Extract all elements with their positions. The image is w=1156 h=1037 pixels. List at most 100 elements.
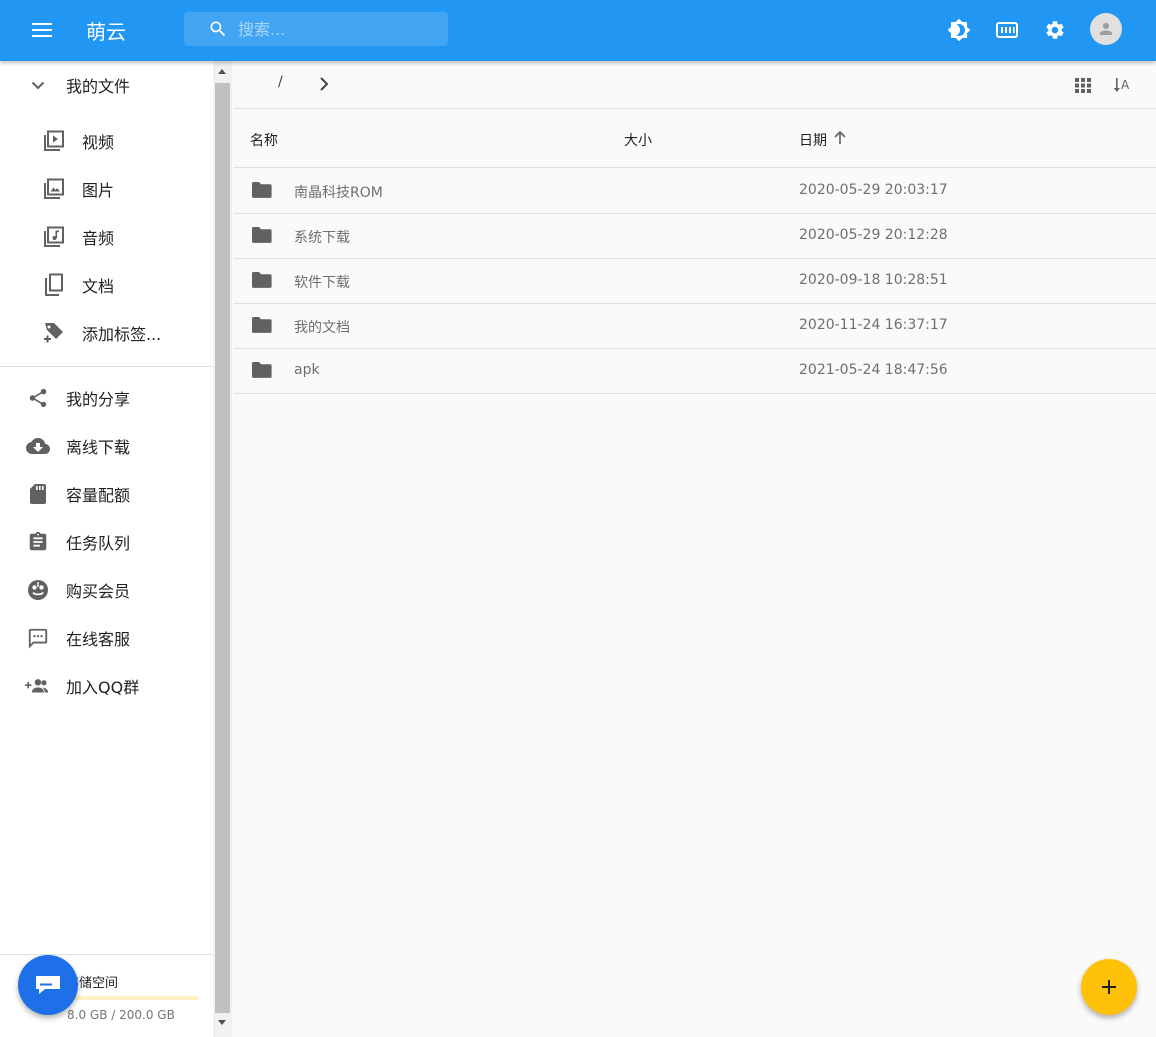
column-header-name[interactable]: 名称 (250, 130, 278, 150)
file-date: 2020-05-29 20:12:28 (799, 227, 948, 243)
sidebar-subitem-image[interactable]: 图片 (0, 165, 213, 213)
sidebar-subitem-document[interactable]: 文档 (0, 261, 213, 309)
file-explorer: / A 名称 大小 日期 南晶科技ROM 2020-05-29 20:03:17… (234, 61, 1156, 1037)
folder-icon (251, 271, 273, 293)
sidebar-item-label: 视频 (82, 133, 115, 152)
cloud-download-icon (26, 434, 50, 458)
grid-view-button[interactable] (1070, 72, 1096, 98)
sidebar-item-join-qq[interactable]: 加入QQ群 (0, 662, 213, 710)
file-name: 南晶科技ROM (294, 185, 383, 201)
menu-icon (32, 23, 52, 37)
scrollbar-thumb[interactable] (215, 83, 230, 1013)
sidebar-item-label: 图片 (82, 181, 115, 200)
vip-icon (26, 578, 50, 602)
sidebar-item-label: 购买会员 (66, 582, 131, 601)
table-row[interactable]: 我的文档 2020-11-24 16:37:17 (234, 304, 1156, 349)
memory-card-icon (996, 22, 1018, 38)
settings-button[interactable] (1038, 13, 1072, 47)
user-icon (1100, 23, 1112, 35)
file-date: 2020-09-18 10:28:51 (799, 272, 948, 288)
menu-button[interactable] (24, 12, 60, 48)
breadcrumb-expand-button[interactable] (316, 73, 332, 99)
column-header-date[interactable]: 日期 (799, 130, 827, 150)
sort-ascending-arrow-icon[interactable] (833, 130, 847, 150)
file-date: 2020-05-29 20:03:17 (799, 182, 948, 198)
scroll-down-arrow-icon[interactable] (218, 1020, 226, 1025)
grid-icon (1075, 78, 1091, 93)
file-name: 软件下载 (294, 275, 350, 291)
chat-fab-button[interactable] (18, 955, 78, 1015)
plus-icon (1102, 980, 1116, 994)
share-icon (26, 386, 50, 410)
column-header-size[interactable]: 大小 (624, 130, 652, 150)
sd-card-icon (26, 482, 50, 506)
table-row[interactable]: 系统下载 2020-05-29 20:12:28 (234, 214, 1156, 259)
document-copy-icon (42, 273, 66, 297)
scroll-up-arrow-icon[interactable] (218, 69, 226, 74)
sort-alphabet-icon: A (1113, 78, 1130, 92)
sidebar-item-label: 添加标签... (82, 325, 162, 344)
app-bar: 萌云 (0, 0, 1156, 61)
sidebar-item-my-files[interactable]: 我的文件 (0, 61, 213, 109)
theme-toggle-button[interactable] (942, 13, 976, 47)
chat-icon (26, 626, 50, 650)
sidebar-item-label: 容量配额 (66, 486, 131, 505)
sidebar-item-task-queue[interactable]: 任务队列 (0, 518, 213, 566)
sidebar-divider (0, 366, 213, 367)
sidebar-scrollbar[interactable] (213, 61, 232, 1037)
chat-bubble-icon (36, 976, 60, 994)
search-icon (210, 21, 226, 37)
sidebar-subitem-audio[interactable]: 音频 (0, 213, 213, 261)
clipboard-list-icon (26, 530, 50, 554)
file-name: apk (294, 362, 320, 378)
table-row[interactable]: 软件下载 2020-09-18 10:28:51 (234, 259, 1156, 304)
path-navigator: / A (234, 61, 1156, 109)
storage-usage: 8.0 GB / 200.0 GB (67, 1008, 175, 1022)
file-name: 系统下载 (294, 230, 350, 246)
breadcrumb-root[interactable]: / (278, 74, 283, 90)
sidebar-item-label: 我的分享 (66, 390, 131, 409)
sidebar-item-offline-download[interactable]: 离线下载 (0, 422, 213, 470)
tag-plus-icon (42, 321, 66, 345)
group-add-icon (25, 674, 49, 698)
search-input[interactable] (238, 16, 438, 42)
folder-icon (251, 181, 273, 203)
app-title: 萌云 (86, 20, 126, 44)
gear-icon (1046, 21, 1064, 39)
sidebar-item-vip[interactable]: 购买会员 (0, 566, 213, 614)
sidebar-item-label: 在线客服 (66, 630, 131, 649)
sidebar-item-label: 加入QQ群 (66, 678, 140, 697)
file-date: 2020-11-24 16:37:17 (799, 317, 948, 333)
sidebar-item-label: 我的文件 (66, 77, 131, 96)
folder-icon (251, 316, 273, 338)
file-name: 我的文档 (294, 320, 350, 336)
storage-progress-bar (66, 996, 198, 1000)
table-row[interactable]: 南晶科技ROM 2020-05-29 20:03:17 (234, 169, 1156, 214)
sidebar-item-label: 离线下载 (66, 438, 131, 457)
add-button[interactable] (1081, 959, 1137, 1015)
sidebar-item-my-share[interactable]: 我的分享 (0, 374, 213, 422)
sidebar-item-label: 音频 (82, 229, 115, 248)
sort-button[interactable]: A (1110, 72, 1136, 98)
audio-file-icon (42, 225, 66, 249)
sidebar-subitem-video[interactable]: 视频 (0, 117, 213, 165)
sidebar-subitem-add-tag[interactable]: 添加标签... (0, 309, 213, 357)
folder-icon (251, 226, 273, 248)
svg-text:A: A (1121, 78, 1130, 92)
video-file-icon (42, 129, 66, 153)
search-box[interactable] (184, 12, 448, 46)
sidebar-item-customer-service[interactable]: 在线客服 (0, 614, 213, 662)
storage-card-button[interactable] (990, 13, 1024, 47)
sidebar-item-quota[interactable]: 容量配额 (0, 470, 213, 518)
table-row[interactable]: apk 2021-05-24 18:47:56 (234, 349, 1156, 394)
brightness-icon (947, 18, 971, 42)
chevron-down-icon (26, 73, 50, 97)
sidebar-item-label: 任务队列 (66, 534, 131, 553)
file-date: 2021-05-24 18:47:56 (799, 362, 948, 378)
file-table-header: 名称 大小 日期 (234, 110, 1156, 168)
folder-icon (251, 361, 273, 383)
image-file-icon (42, 177, 66, 201)
sidebar-item-label: 文档 (82, 277, 115, 296)
chevron-right-icon (320, 77, 329, 91)
avatar[interactable] (1090, 13, 1122, 45)
